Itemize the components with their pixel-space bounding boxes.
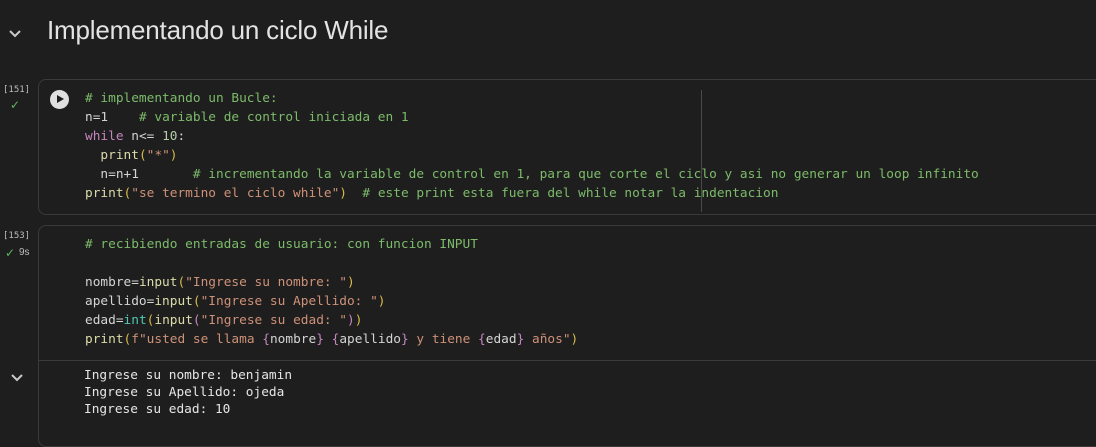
chevron-down-icon[interactable]: [8, 22, 26, 44]
code-line: print(f"usted se llama {nombre} {apellid…: [85, 332, 579, 347]
code-line: edad=int(input("Ingrese su edad: ")): [85, 313, 363, 328]
output-divider: [39, 360, 1096, 361]
output-line: Ingrese su Apellido: ojeda: [84, 385, 285, 400]
code-line: n=1 # variable de control iniciada en 1: [85, 110, 409, 125]
chevron-down-icon[interactable]: [9, 369, 25, 385]
code-line: while n<= 10:: [85, 129, 186, 144]
code-line: n=n+1 # incrementando la variable de con…: [100, 167, 979, 182]
output-line: Ingrese su nombre: benjamin: [84, 368, 293, 383]
code-line: print("se termino el ciclo while") # est…: [85, 186, 779, 201]
check-icon: ✓: [10, 98, 21, 112]
section-header: Implementando un ciclo While: [0, 0, 1096, 64]
output-line: Ingrese su edad: 10: [84, 402, 231, 417]
execution-count: [151]: [3, 85, 31, 95]
code-line: print("*"): [100, 148, 178, 163]
execution-count: [153]: [3, 231, 31, 241]
check-icon: ✓: [5, 246, 16, 260]
code-line: # recibiendo entradas de usuario: con fu…: [85, 237, 478, 252]
play-circle-icon[interactable]: [50, 90, 69, 109]
section-title: Implementando un ciclo While: [47, 15, 389, 45]
execution-time: 9s: [19, 247, 30, 258]
code-line: # implementando un Bucle:: [85, 91, 278, 106]
code-line: apellido=input("Ingrese su Apellido: "): [85, 294, 386, 309]
code-line: nombre=input("Ingrese su nombre: "): [85, 275, 355, 290]
